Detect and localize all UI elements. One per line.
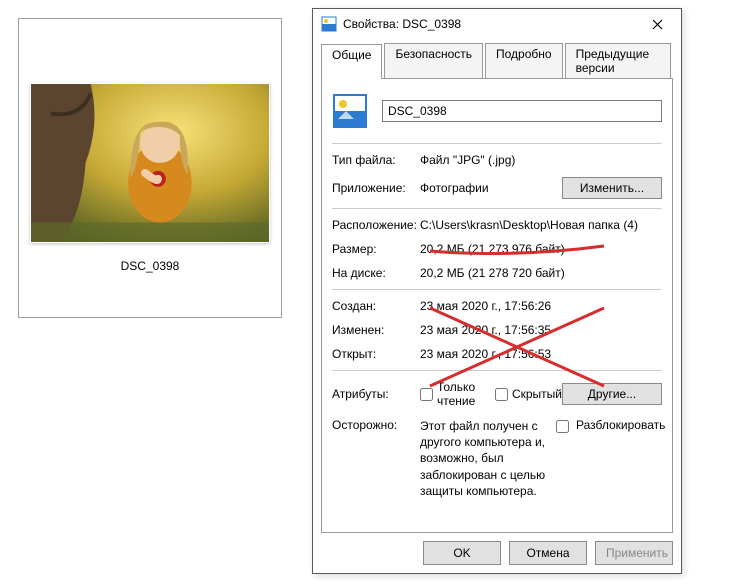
unblock-checkbox-input[interactable] [556, 420, 569, 433]
accessed-label: Открыт: [332, 347, 420, 361]
thumbnail-panel: DSC_0398 [18, 18, 282, 318]
size-on-disk-label: На диске: [332, 266, 420, 280]
cancel-button[interactable]: Отмена [509, 541, 587, 565]
hidden-checkbox-input[interactable] [495, 388, 508, 401]
warning-text: Этот файл получен с другого компьютера и… [420, 418, 552, 499]
properties-dialog: Свойства: DSC_0398 Общие Безопасность По… [312, 8, 682, 574]
readonly-label: Только чтение [437, 380, 479, 408]
tab-previous[interactable]: Предыдущие версии [565, 43, 671, 78]
unblock-checkbox[interactable]: Разблокировать [552, 418, 662, 499]
titlebar: Свойства: DSC_0398 [313, 9, 681, 39]
ok-button[interactable]: OK [423, 541, 501, 565]
image-file-icon [321, 16, 337, 32]
tab-general[interactable]: Общие [321, 44, 382, 79]
image-file-icon [332, 93, 368, 129]
created-label: Создан: [332, 299, 420, 313]
thumbnail-caption: DSC_0398 [121, 259, 180, 273]
location-value: C:\Users\krasn\Desktop\Новая папка (4) [420, 218, 662, 232]
tab-details[interactable]: Подробно [485, 43, 563, 78]
thumbnail-image[interactable] [30, 83, 270, 243]
general-sheet: Тип файла: Файл "JPG" (.jpg) Приложение:… [321, 79, 673, 533]
size-label: Размер: [332, 242, 420, 256]
hidden-label: Скрытый [512, 387, 562, 401]
filetype-value: Файл "JPG" (.jpg) [420, 153, 662, 167]
size-value: 20,2 МБ (21 273 976 байт) [420, 242, 662, 256]
apply-button[interactable]: Применить [595, 541, 673, 565]
unblock-label: Разблокировать [576, 418, 665, 432]
location-label: Расположение: [332, 218, 420, 232]
app-value: Фотографии [420, 181, 562, 195]
readonly-checkbox-input[interactable] [420, 388, 433, 401]
size-on-disk-value: 20,2 МБ (21 278 720 байт) [420, 266, 662, 280]
tab-bar: Общие Безопасность Подробно Предыдущие в… [321, 43, 673, 79]
created-value: 23 мая 2020 г., 17:56:26 [420, 299, 662, 313]
close-button[interactable] [637, 10, 677, 38]
app-label: Приложение: [332, 181, 420, 195]
dialog-button-bar: OK Отмена Применить [313, 533, 681, 573]
modified-label: Изменен: [332, 323, 420, 337]
tab-security[interactable]: Безопасность [384, 43, 483, 78]
accessed-value: 23 мая 2020 г., 17:56:53 [420, 347, 662, 361]
change-app-button[interactable]: Изменить... [562, 177, 662, 199]
filename-input[interactable] [382, 100, 662, 122]
attributes-label: Атрибуты: [332, 387, 420, 401]
readonly-checkbox[interactable]: Только чтение [420, 380, 479, 408]
warning-label: Осторожно: [332, 418, 420, 499]
modified-value: 23 мая 2020 г., 17:56:35 [420, 323, 662, 337]
attributes-advanced-button[interactable]: Другие... [562, 383, 662, 405]
hidden-checkbox[interactable]: Скрытый [495, 380, 562, 408]
dialog-title: Свойства: DSC_0398 [343, 17, 637, 31]
filetype-label: Тип файла: [332, 153, 420, 167]
